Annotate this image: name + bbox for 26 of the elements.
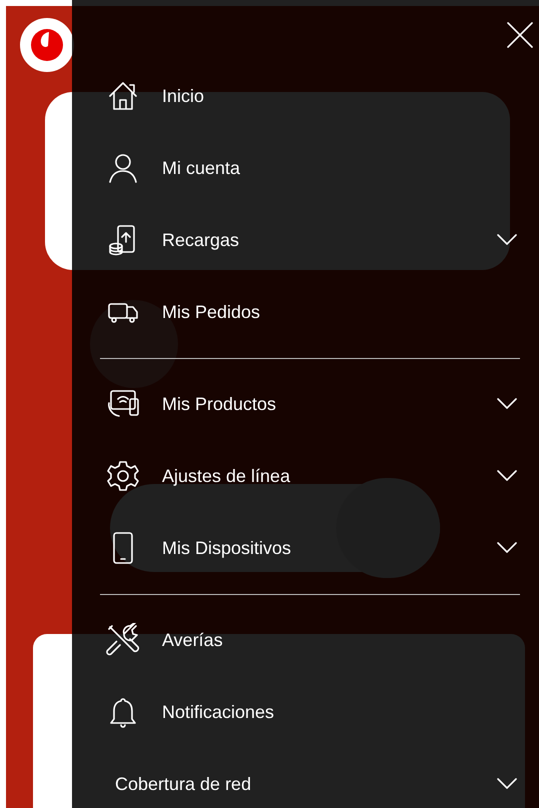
menu-label: Ajustes de línea <box>162 464 290 488</box>
menu-item[interactable]: Mis Dispositivos <box>72 512 539 584</box>
menu-item[interactable]: Inicio <box>72 60 539 132</box>
menu-label: Mis Pedidos <box>162 300 260 324</box>
home-icon <box>106 79 140 113</box>
close-button[interactable] <box>505 20 535 50</box>
menu-item[interactable]: Notificaciones <box>72 676 539 748</box>
logo-icon <box>20 18 74 72</box>
menu-label: Mis Productos <box>162 392 276 416</box>
gear-icon <box>106 459 140 493</box>
menu-label: Mis Dispositivos <box>162 536 292 560</box>
menu-label: Mi cuenta <box>162 156 240 180</box>
tools-icon <box>106 623 140 657</box>
menu-item[interactable]: Ajustes de línea <box>72 440 539 512</box>
menu-label: Notificaciones <box>162 700 274 724</box>
menu-label: Averías <box>162 628 223 652</box>
menu-item[interactable]: Mis Productos <box>72 368 539 440</box>
person-icon <box>106 151 140 185</box>
menu-item[interactable]: Mis Pedidos <box>72 276 539 348</box>
menu-item[interactable]: Recargas <box>72 204 539 276</box>
menu-item[interactable]: Mi cuenta <box>72 132 539 204</box>
menu-label: Cobertura de red <box>115 772 252 796</box>
menu-label: Recargas <box>162 228 240 252</box>
menu-label: Inicio <box>162 84 204 108</box>
menu-item[interactable]: Cobertura de red <box>72 748 539 808</box>
menu-item[interactable]: Averías <box>72 604 539 676</box>
